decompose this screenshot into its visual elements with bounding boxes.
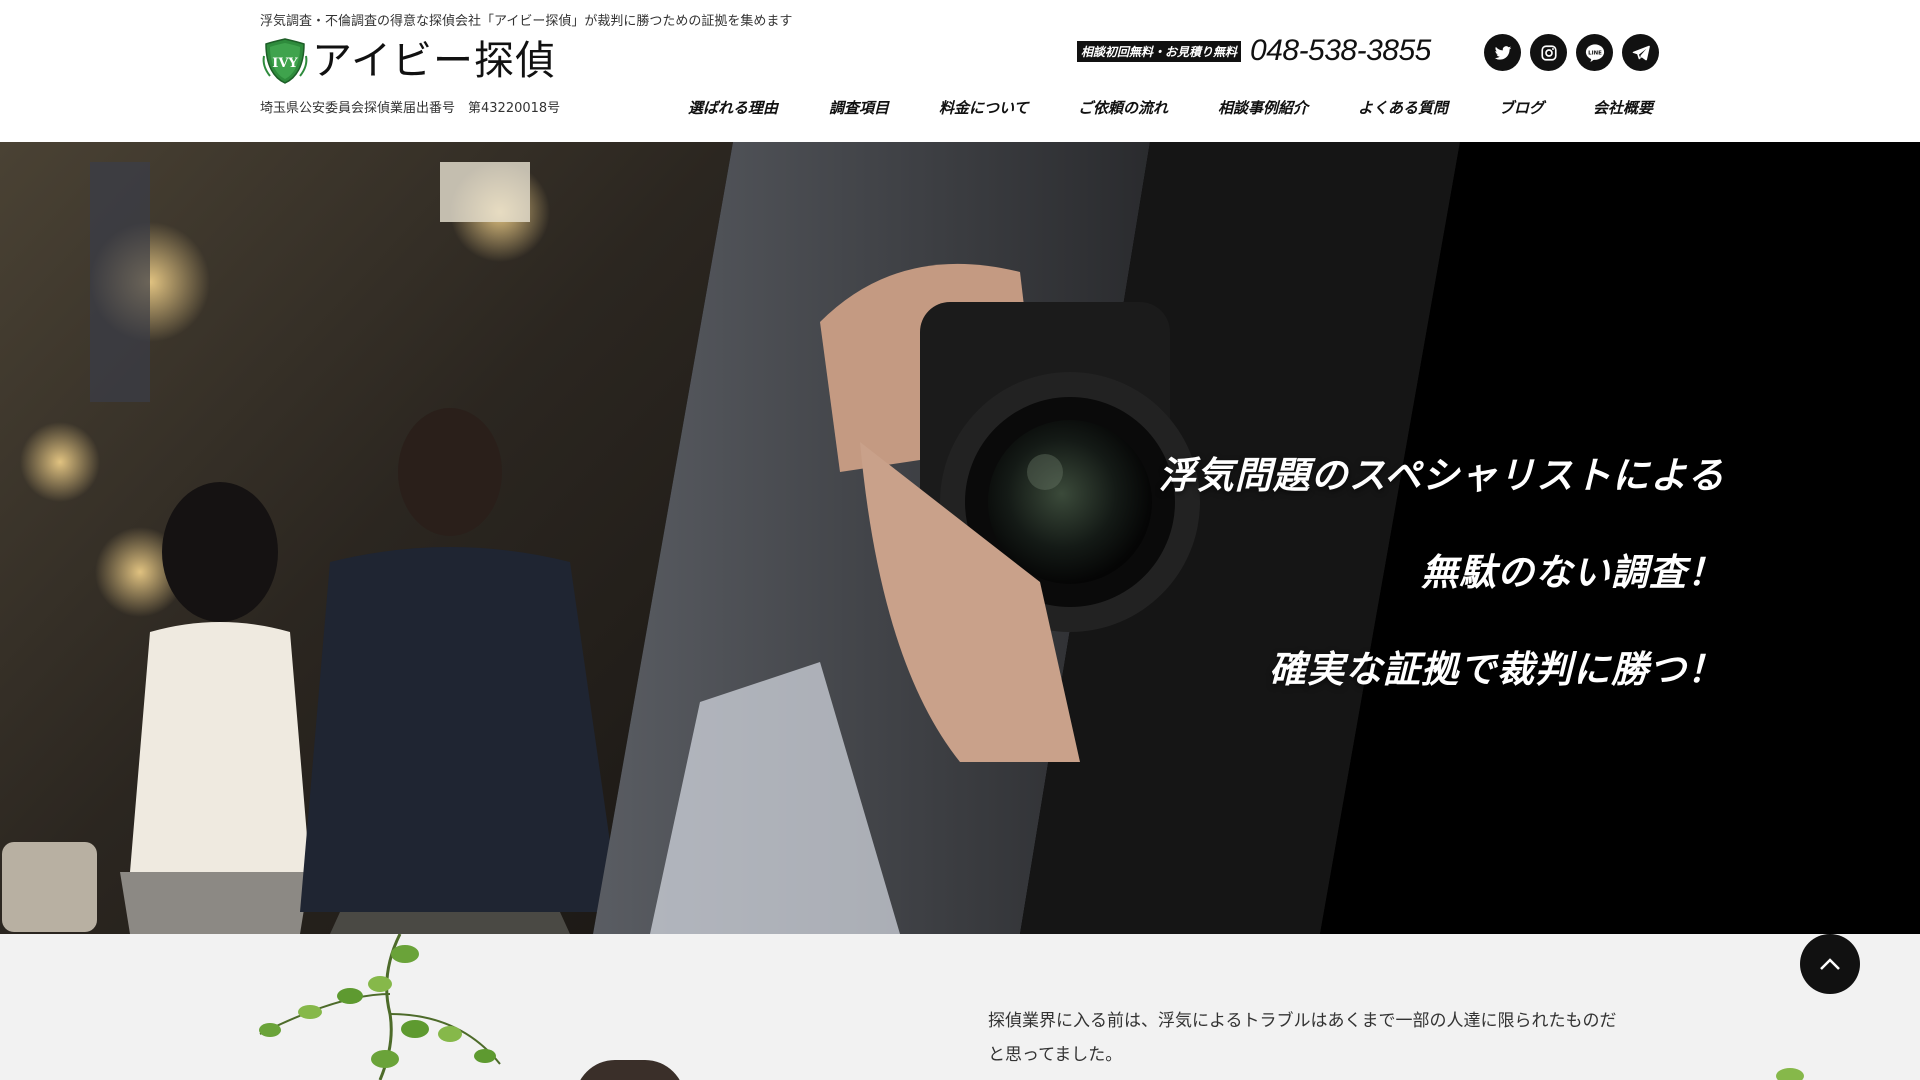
twitter-icon — [1494, 45, 1511, 60]
leaf-decoration — [1776, 1068, 1804, 1080]
site-header: 浮気調査・不倫調査の得意な探偵会社「アイビー探偵」が裁判に勝つための証拠を集めま… — [0, 0, 1920, 142]
hero-section: 浮気問題のスペシャリストによる 無駄のない調査！ 確実な証拠で裁判に勝つ！ — [0, 142, 1920, 934]
free-consultation-badge: 相談初回無料・お見積り無料 — [1077, 40, 1242, 62]
back-to-top-button[interactable] — [1800, 934, 1860, 994]
nav-item-reasons[interactable]: 選ばれる理由 — [688, 97, 778, 118]
ivy-emblem-icon: IVY — [262, 38, 308, 84]
line-icon: LINE — [1585, 43, 1604, 62]
site-tagline: 浮気調査・不倫調査の得意な探偵会社「アイビー探偵」が裁判に勝つための証拠を集めま… — [260, 14, 793, 29]
hero-headline-2: 無駄のない調査！ — [1421, 551, 1725, 594]
site-logo[interactable]: IVY アイビー探偵 — [260, 36, 556, 86]
nav-item-flow[interactable]: ご依頼の流れ — [1078, 97, 1168, 118]
line-button[interactable]: LINE — [1576, 34, 1613, 71]
intro-section: 探偵業界に入る前は、浮気によるトラブルはあくまで一部の人達に限られたものだ と思… — [0, 934, 1920, 1080]
telegram-button[interactable] — [1622, 34, 1659, 71]
instagram-button[interactable] — [1530, 34, 1567, 71]
nav-item-pricing[interactable]: 料金について — [939, 97, 1029, 118]
hero-copy: 浮気問題のスペシャリストによる 無駄のない調査！ 確実な証拠で裁判に勝つ！ — [1159, 427, 1725, 718]
ivy-plant-decoration — [259, 934, 501, 1080]
nav-item-cases[interactable]: 相談事例紹介 — [1218, 97, 1308, 118]
phone-link[interactable]: 048-538-3855 — [1250, 34, 1431, 68]
hero-headline-3: 確実な証拠で裁判に勝つ！ — [1269, 648, 1725, 691]
nav-item-blog[interactable]: ブログ — [1499, 97, 1544, 118]
hero-headline-1: 浮気問題のスペシャリストによる — [1158, 454, 1725, 497]
global-nav: 選ばれる理由 調査項目 料金について ご依頼の流れ 相談事例紹介 よくある質問 … — [0, 97, 1920, 123]
telegram-icon — [1632, 45, 1650, 60]
logo-text: アイビー探偵 — [312, 38, 556, 84]
intro-line-1: 探偵業界に入る前は、浮気によるトラブルはあくまで一部の人達に限られたものだ — [988, 1011, 1617, 1031]
intro-line-2: と思ってました。 — [988, 1045, 1123, 1065]
contact-block: 相談初回無料・お見積り無料 048-538-3855 — [1077, 34, 1431, 68]
intro-text: 探偵業界に入る前は、浮気によるトラブルはあくまで一部の人達に限られたものだ と思… — [988, 1004, 1628, 1072]
staff-photo-head — [575, 1060, 685, 1080]
chevron-up-icon — [1820, 958, 1840, 970]
instagram-icon — [1540, 44, 1557, 61]
line-icon-label: LINE — [1588, 50, 1602, 56]
nav-item-company[interactable]: 会社概要 — [1593, 97, 1653, 118]
twitter-button[interactable] — [1484, 34, 1521, 71]
nav-item-faq[interactable]: よくある質問 — [1358, 97, 1448, 118]
nav-item-investigations[interactable]: 調査項目 — [829, 97, 889, 118]
social-links: LINE — [1484, 34, 1659, 71]
svg-text:IVY: IVY — [272, 56, 298, 71]
